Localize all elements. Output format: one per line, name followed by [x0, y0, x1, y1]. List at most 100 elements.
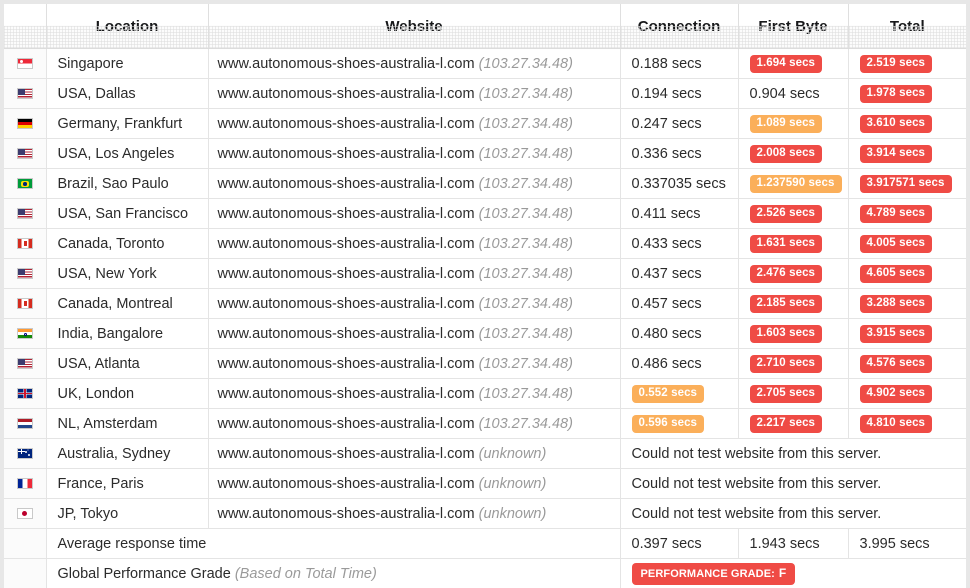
- flag-germany-icon: [17, 118, 33, 129]
- connection-cell-value: 0.437 secs: [632, 266, 702, 282]
- first-byte-cell-badge: 2.526 secs: [750, 205, 823, 224]
- location-cell: Singapore: [46, 49, 208, 79]
- first-byte-cell: 2.008 secs: [738, 139, 848, 169]
- flag-canada-icon: [17, 238, 33, 249]
- table-row: USA, Dallaswww.autonomous-shoes-australi…: [4, 79, 966, 109]
- connection-cell: 0.188 secs: [620, 49, 738, 79]
- total-cell: 4.789 secs: [848, 199, 966, 229]
- flag-cell: [4, 439, 46, 469]
- average-first-byte-cell-value: 1.943 secs: [750, 536, 820, 552]
- first-byte-cell-badge: 2.185 secs: [750, 295, 823, 314]
- website-url: www.autonomous-shoes-australia-l.com: [218, 116, 475, 132]
- flag-cell: [4, 379, 46, 409]
- location-label: Germany, Frankfurt: [58, 116, 183, 132]
- first-byte-cell-badge: 2.008 secs: [750, 145, 823, 164]
- error-message: Could not test website from this server.: [632, 506, 882, 522]
- connection-cell: 0.552 secs: [620, 379, 738, 409]
- performance-grade-row: Global Performance Grade (Based on Total…: [4, 559, 966, 588]
- total-cell: 3.917571 secs: [848, 169, 966, 199]
- flag-cell: [4, 109, 46, 139]
- column-header-total-label: Total: [890, 18, 925, 35]
- location-label: UK, London: [58, 386, 135, 402]
- table-row: USA, Los Angeles www.autonomous-shoes-aus…: [4, 139, 966, 169]
- location-cell: USA, Dallas: [46, 79, 208, 109]
- table-row: Canada, Torontowww.autonomous-shoes-aust…: [4, 229, 966, 259]
- website-cell: www.autonomous-shoes-australia-l.com (10…: [208, 169, 620, 199]
- flag-france-icon: [17, 478, 33, 489]
- location-label: USA, Los Angeles: [58, 146, 175, 162]
- first-byte-cell-badge: 2.710 secs: [750, 355, 823, 374]
- total-cell: 1.978 secs: [848, 79, 966, 109]
- connection-cell-value: 0.247 secs: [632, 116, 702, 132]
- flag-usa-icon: [17, 148, 33, 159]
- location-cell: USA, San Francisco: [46, 199, 208, 229]
- connection-cell: 0.486 secs: [620, 349, 738, 379]
- first-byte-cell: 2.705 secs: [738, 379, 848, 409]
- website-url: www.autonomous-shoes-australia-l.com: [218, 86, 475, 102]
- website-speed-test-table: Location Website Connection First Byte T…: [4, 4, 966, 588]
- first-byte-cell: 2.710 secs: [738, 349, 848, 379]
- column-header-total[interactable]: Total: [848, 4, 966, 49]
- table-row: Brazil, Sao Paulowww.autonomous-shoes-au…: [4, 169, 966, 199]
- column-header-first-byte[interactable]: First Byte: [738, 4, 848, 49]
- average-connection-cell: 0.397 secs: [620, 529, 738, 559]
- total-cell-badge: 4.902 secs: [860, 385, 933, 404]
- location-label: USA, San Francisco: [58, 206, 189, 222]
- location-label: USA, New York: [58, 266, 157, 282]
- column-header-first-byte-label: First Byte: [758, 18, 827, 35]
- website-ip: (unknown): [479, 476, 547, 492]
- first-byte-cell: 0.904 secs: [738, 79, 848, 109]
- website-url: www.autonomous-shoes-australia-l.com: [218, 146, 475, 162]
- first-byte-cell: 1.694 secs: [738, 49, 848, 79]
- total-cell: 4.605 secs: [848, 259, 966, 289]
- location-label: NL, Amsterdam: [58, 416, 158, 432]
- connection-cell: 0.457 secs: [620, 289, 738, 319]
- website-cell: www.autonomous-shoes-australia-l.com (10…: [208, 109, 620, 139]
- total-cell-badge: 3.915 secs: [860, 325, 933, 344]
- website-url: www.autonomous-shoes-australia-l.com: [218, 476, 475, 492]
- column-header-flag[interactable]: [4, 4, 46, 49]
- average-total-cell-value: 3.995 secs: [860, 536, 930, 552]
- location-label: Canada, Toronto: [58, 236, 165, 252]
- website-cell: www.autonomous-shoes-australia-l.com (10…: [208, 199, 620, 229]
- table-row: Australia, Sydneywww.autonomous-shoes-au…: [4, 439, 966, 469]
- website-cell: www.autonomous-shoes-australia-l.com (10…: [208, 79, 620, 109]
- flag-cell: [4, 499, 46, 529]
- average-response-label: Average response time: [58, 536, 207, 552]
- connection-cell: 0.247 secs: [620, 109, 738, 139]
- flag-cell: [4, 49, 46, 79]
- website-cell: www.autonomous-shoes-australia-l.com (10…: [208, 139, 620, 169]
- first-byte-cell: 2.526 secs: [738, 199, 848, 229]
- column-header-website[interactable]: Website: [208, 4, 620, 49]
- location-cell: UK, London: [46, 379, 208, 409]
- first-byte-cell-badge: 1.237590 secs: [750, 175, 842, 194]
- connection-cell-value: 0.480 secs: [632, 326, 702, 342]
- column-header-connection[interactable]: Connection: [620, 4, 738, 49]
- flag-cell: [4, 409, 46, 439]
- location-label: JP, Tokyo: [58, 506, 119, 522]
- table-row: USA, San Francisco www.autonomous-shoes-a…: [4, 199, 966, 229]
- website-ip: (103.27.34.48): [479, 326, 573, 342]
- column-header-location-label: Location: [96, 18, 159, 35]
- flag-cell: [4, 79, 46, 109]
- website-cell: www.autonomous-shoes-australia-l.com (10…: [208, 259, 620, 289]
- website-ip: (103.27.34.48): [479, 56, 573, 72]
- table-row: JP, Tokyowww.autonomous-shoes-australia-…: [4, 499, 966, 529]
- first-byte-cell-badge: 1.631 secs: [750, 235, 823, 254]
- error-message-cell: Could not test website from this server.: [620, 499, 966, 529]
- flag-cell: [4, 259, 46, 289]
- first-byte-cell-badge: 2.705 secs: [750, 385, 823, 404]
- website-cell: www.autonomous-shoes-australia-l.com (10…: [208, 379, 620, 409]
- location-label: USA, Atlanta: [58, 356, 140, 372]
- website-cell: www.autonomous-shoes-australia-l.com (10…: [208, 289, 620, 319]
- location-cell: USA, Los Angeles: [46, 139, 208, 169]
- connection-cell-value: 0.336 secs: [632, 146, 702, 162]
- column-header-location[interactable]: Location: [46, 4, 208, 49]
- website-ip: (103.27.34.48): [479, 146, 573, 162]
- column-header-connection-label: Connection: [638, 18, 721, 35]
- location-cell: Canada, Montreal: [46, 289, 208, 319]
- location-label: France, Paris: [58, 476, 144, 492]
- table-body: Singaporewww.autonomous-shoes-australia-…: [4, 49, 966, 588]
- first-byte-cell: 1.631 secs: [738, 229, 848, 259]
- first-byte-cell: 2.476 secs: [738, 259, 848, 289]
